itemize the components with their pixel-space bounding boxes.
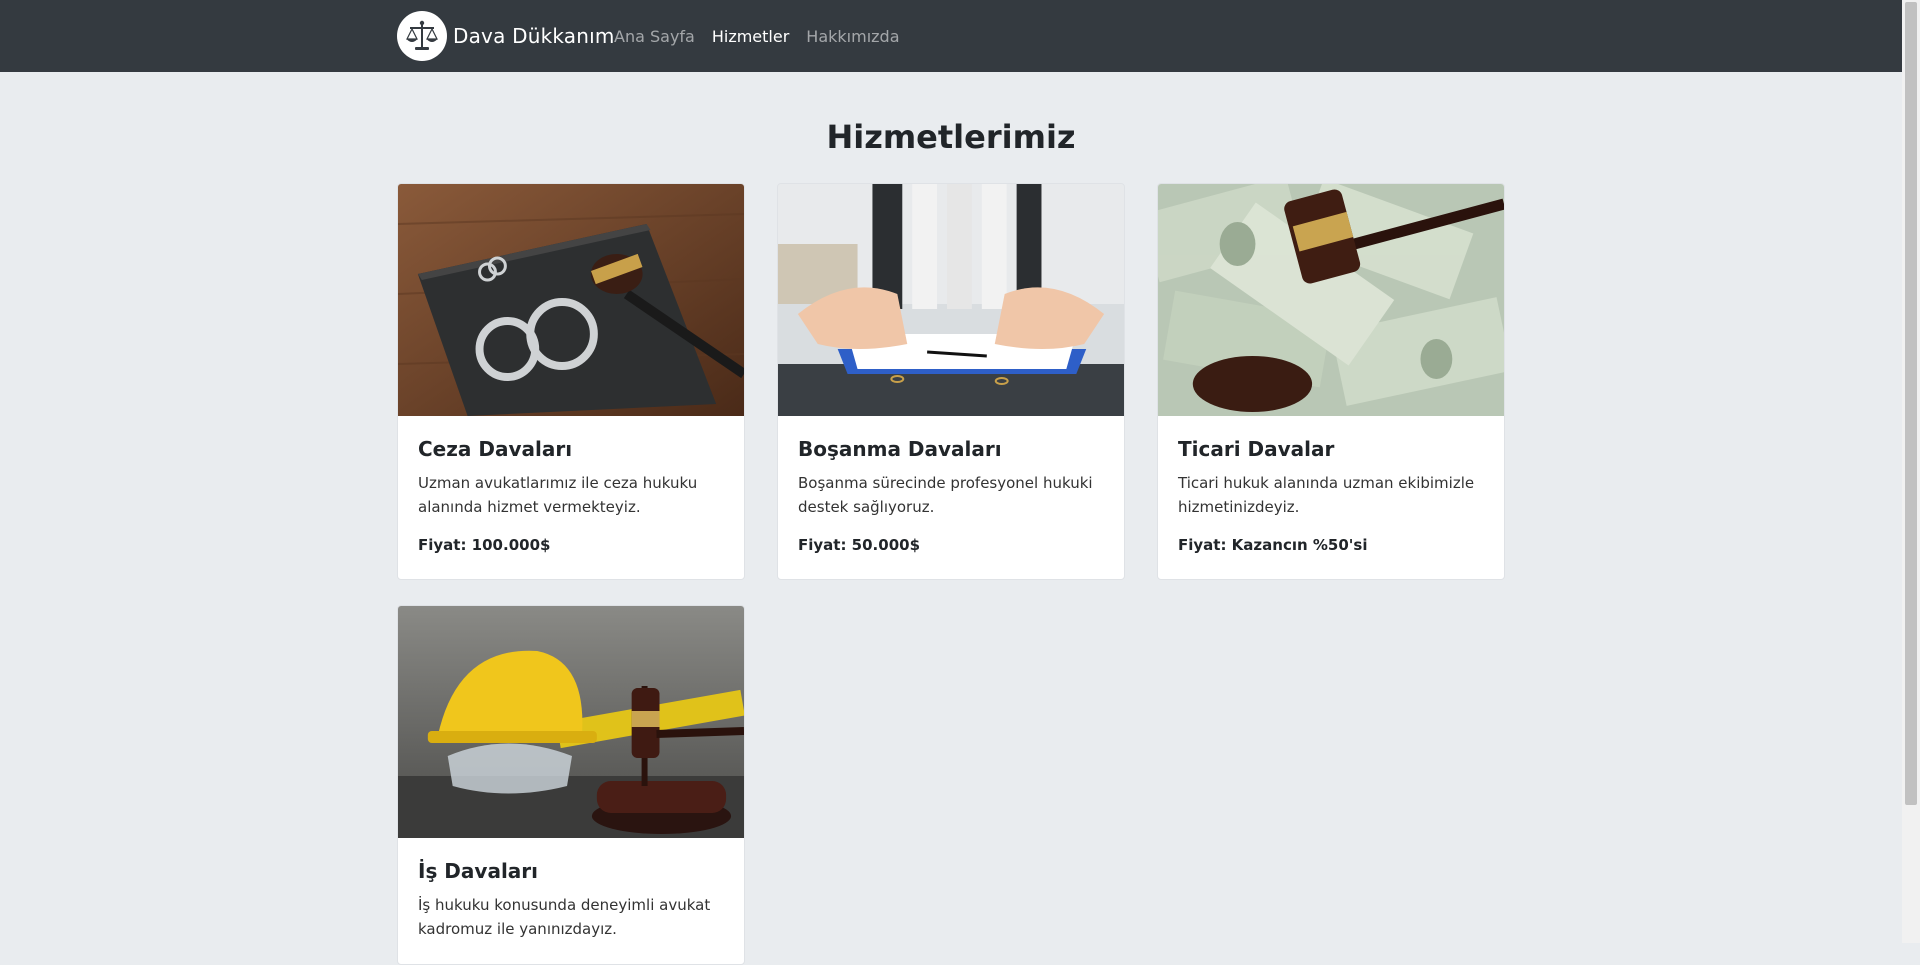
page-title: Hizmetlerimiz bbox=[826, 118, 1076, 156]
card-description: Boşanma sürecinde profesyonel hukuki des… bbox=[798, 474, 1093, 516]
card-body: Ticari Davalar Ticari hukuk alanında uzm… bbox=[1158, 416, 1504, 554]
hard-hat-and-gavel-image bbox=[398, 606, 744, 838]
card-title: Ceza Davaları bbox=[418, 437, 573, 461]
brand-name: Dava Dükkanım bbox=[453, 24, 615, 48]
brand-link[interactable]: Dava Dükkanım bbox=[397, 10, 615, 62]
main-nav: Ana Sayfa Hizmetler Hakkımızda bbox=[614, 0, 900, 72]
nav-link-services[interactable]: Hizmetler bbox=[712, 27, 789, 46]
service-card-divorce[interactable]: Boşanma Davaları Boşanma sürecinde profe… bbox=[777, 183, 1125, 580]
card-body: Boşanma Davaları Boşanma sürecinde profe… bbox=[778, 416, 1124, 554]
gavel-on-dollar-bills-image bbox=[1158, 184, 1504, 416]
card-title: İş Davaları bbox=[418, 859, 539, 883]
scrollbar-thumb[interactable] bbox=[1905, 2, 1917, 805]
card-price: Fiyat: 50.000$ bbox=[798, 536, 920, 554]
card-price: Fiyat: Kazancın %50'si bbox=[1178, 536, 1368, 554]
card-title: Boşanma Davaları bbox=[798, 437, 1002, 461]
clasped-hands-and-documents-image bbox=[778, 184, 1124, 416]
card-title: Ticari Davalar bbox=[1178, 437, 1335, 461]
card-price: Fiyat: 100.000$ bbox=[418, 536, 551, 554]
handcuffs-and-gavel-image bbox=[398, 184, 744, 416]
nav-link-home[interactable]: Ana Sayfa bbox=[614, 27, 695, 46]
card-description: Ticari hukuk alanında uzman ekibimizle h… bbox=[1178, 474, 1475, 516]
card-body: İş Davaları İş hukuku konusunda deneyiml… bbox=[398, 838, 744, 941]
service-card-commercial[interactable]: Ticari Davalar Ticari hukuk alanında uzm… bbox=[1157, 183, 1505, 580]
vertical-scrollbar[interactable] bbox=[1902, 0, 1920, 943]
service-card-criminal[interactable]: Ceza Davaları Uzman avukatlarımız ile ce… bbox=[397, 183, 745, 580]
card-description: İş hukuku konusunda deneyimli avukat kad… bbox=[418, 896, 711, 938]
scales-of-justice-icon bbox=[397, 11, 447, 61]
card-description: Uzman avukatlarımız ile ceza hukuku alan… bbox=[418, 474, 698, 516]
card-body: Ceza Davaları Uzman avukatlarımız ile ce… bbox=[398, 416, 744, 554]
nav-link-about[interactable]: Hakkımızda bbox=[806, 27, 899, 46]
service-card-labor[interactable]: İş Davaları İş hukuku konusunda deneyiml… bbox=[397, 605, 745, 965]
navbar: Dava Dükkanım Ana Sayfa Hizmetler Hakkım… bbox=[0, 0, 1902, 72]
